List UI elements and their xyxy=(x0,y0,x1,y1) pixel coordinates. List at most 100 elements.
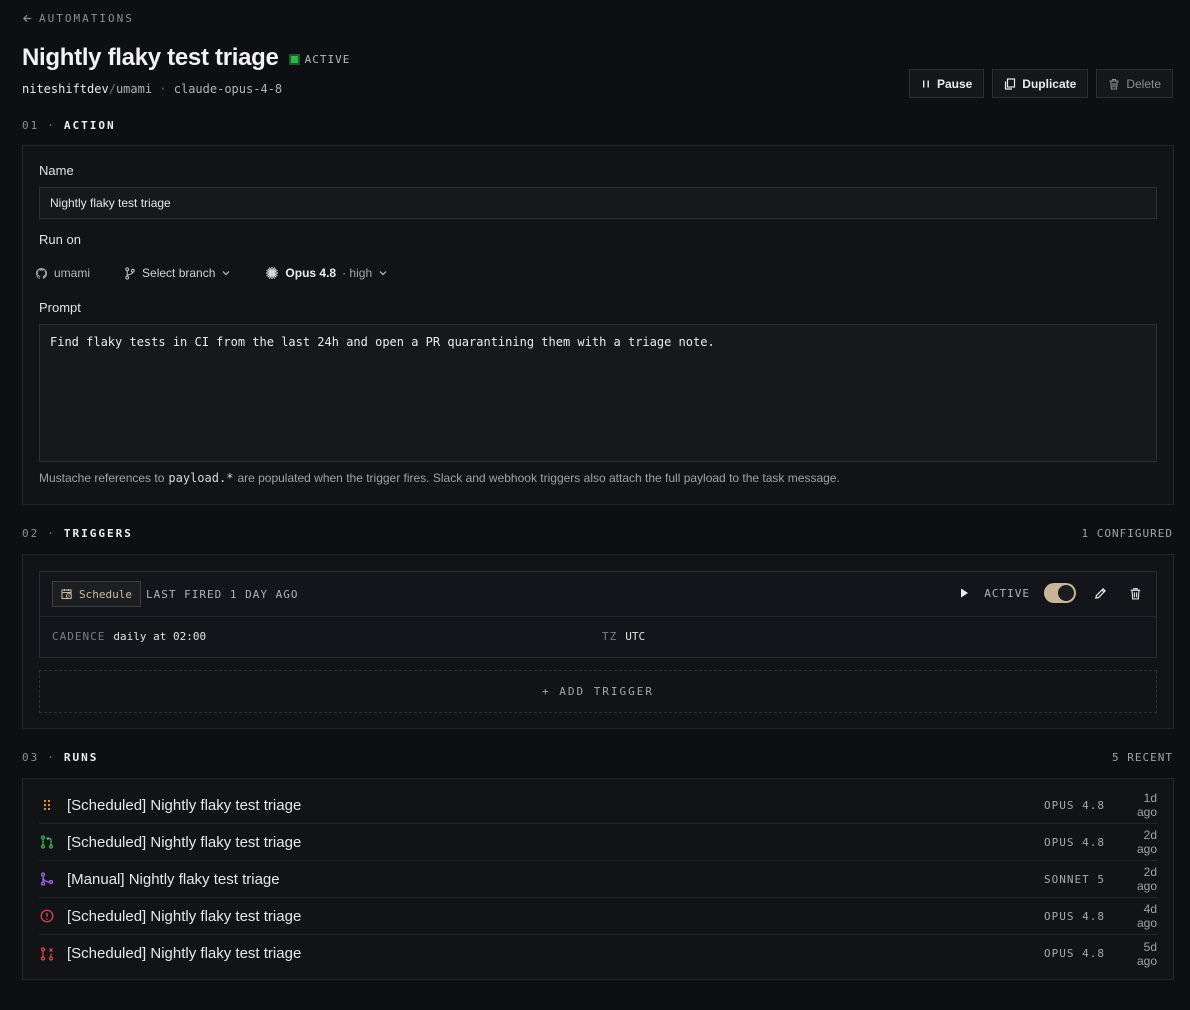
name-input-value: Nightly flaky test triage xyxy=(50,196,171,210)
timezone-label: TZ xyxy=(602,630,618,643)
section-label: RUNS xyxy=(63,751,99,764)
triggers-section-header: 02 · TRIGGERS xyxy=(22,527,133,540)
run-row[interactable]: [Manual] Nightly flaky test triage SONNE… xyxy=(39,861,1157,898)
timezone-value: UTC xyxy=(625,630,646,643)
page-title: Nightly flaky test triage xyxy=(22,44,279,71)
name-label: Name xyxy=(39,163,74,178)
run-model: OPUS 4.8 xyxy=(1044,798,1105,812)
prompt-textarea[interactable]: Find flaky tests in CI from the last 24h… xyxy=(39,324,1157,462)
trash-icon xyxy=(1109,78,1119,90)
repo-selector-label: umami xyxy=(54,266,91,280)
automation-meta: niteshiftdev / umami · claude-opus-4-8 xyxy=(22,82,282,96)
run-model: OPUS 4.8 xyxy=(1044,947,1105,960)
run-model: OPUS 4.8 xyxy=(1044,909,1105,923)
timezone-field: TZ UTC xyxy=(602,630,645,643)
status-indicator-icon xyxy=(288,53,300,65)
trigger-active-toggle[interactable] xyxy=(1044,583,1076,603)
branch-selector[interactable]: Select branch xyxy=(124,263,243,283)
model-selector-label: Opus 4.8 xyxy=(285,266,337,280)
merge-icon xyxy=(39,871,55,887)
run-on-label: Run on xyxy=(39,232,81,247)
pull-request-closed-icon xyxy=(39,946,55,962)
run-row[interactable]: [Scheduled] Nightly flaky test triage OP… xyxy=(39,824,1157,861)
action-section-header: 01 · ACTION xyxy=(22,119,116,132)
cadence-field: CADENCE daily at 02:00 xyxy=(52,630,602,643)
prompt-label: Prompt xyxy=(39,300,81,315)
run-now-button[interactable] xyxy=(958,587,970,599)
triggers-count: 1 CONFIGURED xyxy=(1081,527,1173,540)
branch-selector-label: Select branch xyxy=(142,266,216,280)
claude-spark-icon xyxy=(266,267,279,279)
cadence-label: CADENCE xyxy=(52,630,106,643)
last-fired-text: LAST FIRED 1 DAY AGO xyxy=(146,588,299,601)
action-panel: Name Nightly flaky test triage Run on um… xyxy=(22,145,1174,505)
status-badge-label: ACTIVE xyxy=(304,52,351,66)
play-icon xyxy=(961,588,969,598)
section-number: 01 xyxy=(22,119,40,132)
run-model: OPUS 4.8 xyxy=(1044,835,1105,849)
run-title: [Scheduled] Nightly flaky test triage xyxy=(67,907,302,925)
edit-trigger-button[interactable] xyxy=(1094,587,1107,600)
section-label: TRIGGERS xyxy=(63,527,133,540)
title-row: Nightly flaky test triage ACTIVE xyxy=(22,44,350,72)
pause-button[interactable]: Pause xyxy=(908,69,985,98)
runs-count: 5 RECENT xyxy=(1112,751,1173,764)
run-time: 2d ago xyxy=(1136,828,1157,856)
run-title: [Scheduled] Nightly flaky test triage xyxy=(67,833,302,851)
runs-panel: [Scheduled] Nightly flaky test triage OP… xyxy=(22,778,1174,980)
run-title: [Manual] Nightly flaky test triage xyxy=(67,870,280,888)
model-selector[interactable]: Opus 4.8 · high xyxy=(265,263,400,283)
run-on-selectors: umami Select branch Opus 4.8 · high xyxy=(35,263,400,283)
section-number: 03 xyxy=(22,751,40,764)
github-icon xyxy=(35,267,48,279)
arrow-left-icon xyxy=(22,14,32,23)
trigger-card-header: Schedule LAST FIRED 1 DAY AGO ACTIVE xyxy=(40,572,1156,617)
repo-owner: niteshiftdev xyxy=(22,82,109,96)
run-time: 5d ago xyxy=(1136,939,1157,968)
back-to-automations-link[interactable]: AUTOMATIONS xyxy=(22,12,134,25)
pencil-icon xyxy=(1095,587,1106,599)
running-dots-icon xyxy=(39,797,55,813)
delete-trigger-button[interactable] xyxy=(1129,587,1142,600)
hint-code: payload.* xyxy=(168,471,234,485)
schedule-badge: Schedule xyxy=(52,581,141,607)
trigger-card: Schedule LAST FIRED 1 DAY AGO ACTIVE CAD… xyxy=(39,571,1157,658)
model-name: claude-opus-4-8 xyxy=(173,82,283,96)
prompt-textarea-value: Find flaky tests in CI from the last 24h… xyxy=(50,335,715,349)
section-number: 02 xyxy=(22,527,40,540)
add-trigger-button[interactable]: + ADD TRIGGER xyxy=(39,670,1157,713)
trigger-details: CADENCE daily at 02:00 TZ UTC xyxy=(52,630,1144,643)
run-row[interactable]: [Scheduled] Nightly flaky test triage OP… xyxy=(39,935,1157,972)
alert-circle-icon xyxy=(39,908,55,924)
pull-request-icon xyxy=(39,834,55,850)
prompt-hint: Mustache references to payload.* are pop… xyxy=(39,471,840,485)
run-row[interactable]: [Scheduled] Nightly flaky test triage OP… xyxy=(39,898,1157,935)
pause-label: Pause xyxy=(936,76,973,91)
meta-separator: · xyxy=(152,82,174,96)
duplicate-button[interactable]: Duplicate xyxy=(992,69,1089,98)
delete-button[interactable]: Delete xyxy=(1096,69,1173,98)
toggle-knob xyxy=(1058,585,1074,601)
header-actions: Pause Duplicate Delete xyxy=(908,69,1173,98)
trigger-status-label: ACTIVE xyxy=(984,586,1030,600)
hint-text-after: are populated when the trigger fires. Sl… xyxy=(237,471,840,485)
name-input[interactable]: Nightly flaky test triage xyxy=(39,187,1157,219)
hint-text-before: Mustache references to xyxy=(39,471,165,485)
run-row[interactable]: [Scheduled] Nightly flaky test triage OP… xyxy=(39,787,1157,824)
duplicate-label: Duplicate xyxy=(1022,76,1077,91)
runs-section-header: 03 · RUNS xyxy=(22,751,98,764)
delete-label: Delete xyxy=(1126,76,1161,91)
calendar-clock-icon xyxy=(61,589,72,600)
repo-selector[interactable]: umami xyxy=(35,263,102,283)
trigger-controls: ACTIVE xyxy=(958,583,1142,603)
run-time: 2d ago xyxy=(1136,865,1157,893)
trash-icon xyxy=(1130,587,1141,600)
repo-name: umami xyxy=(115,82,153,96)
section-dot: · xyxy=(47,119,56,132)
chevron-down-icon xyxy=(379,271,387,276)
status-badge: ACTIVE xyxy=(288,52,351,66)
cadence-value: daily at 02:00 xyxy=(113,630,207,643)
repo-slash: / xyxy=(108,82,116,96)
section-label: ACTION xyxy=(63,119,116,132)
chevron-down-icon xyxy=(222,271,230,276)
